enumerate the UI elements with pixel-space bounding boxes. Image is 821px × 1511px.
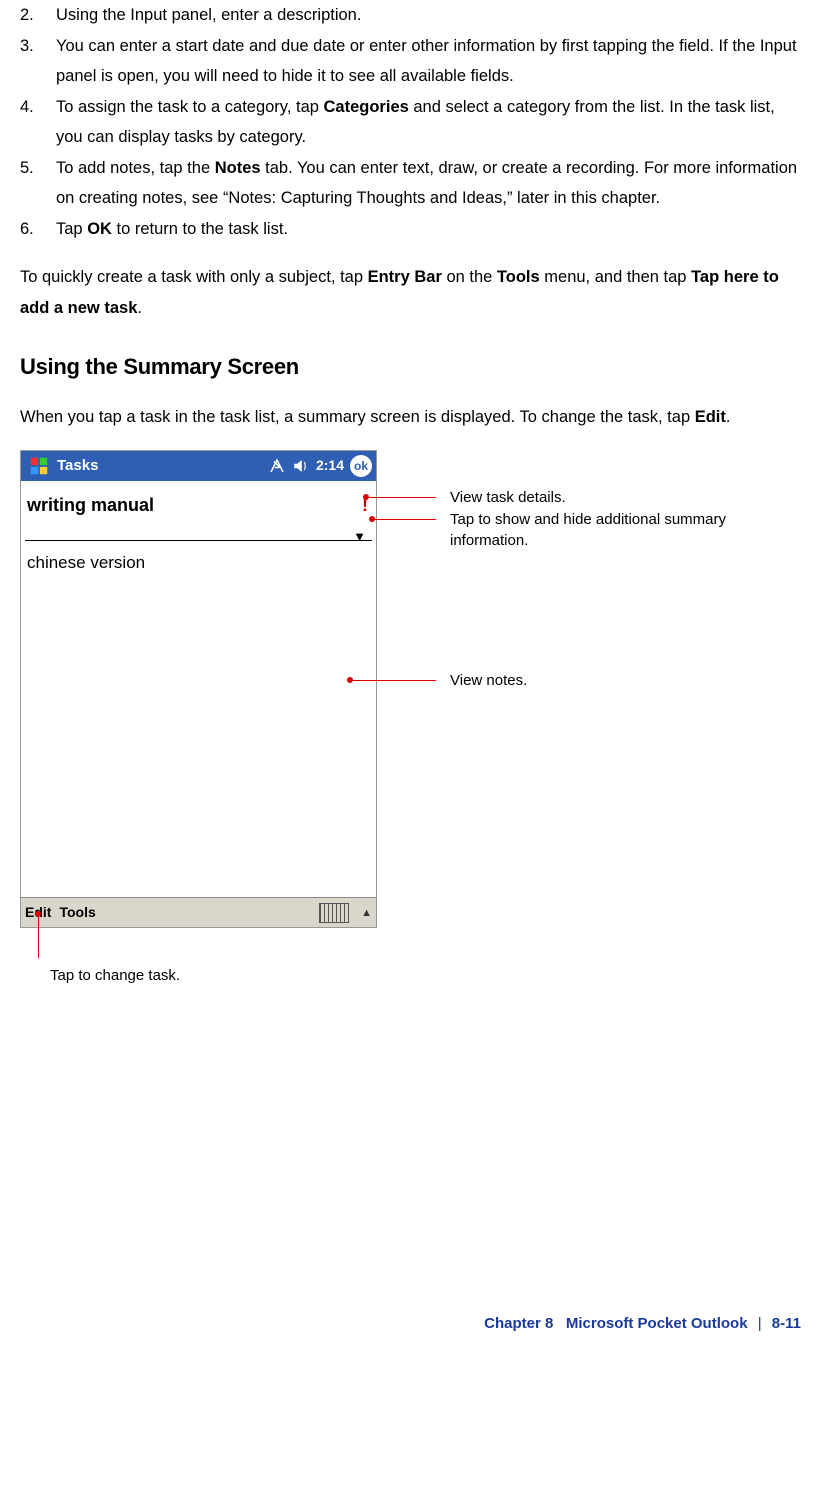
start-flag-icon[interactable] bbox=[25, 452, 53, 480]
app-title: Tasks bbox=[57, 452, 98, 480]
pocketpc-screenshot: Tasks 2:14 ok writing manual ! ▼ chinese… bbox=[20, 450, 377, 928]
step-3: 3. You can enter a start date and due da… bbox=[20, 31, 801, 92]
step-4: 4. To assign the task to a category, tap… bbox=[20, 92, 801, 153]
section-heading: Using the Summary Screen bbox=[20, 347, 801, 388]
footer-title: Microsoft Pocket Outlook bbox=[566, 1315, 748, 1332]
ok-button[interactable]: ok bbox=[350, 455, 372, 477]
callout-view-notes: View notes. bbox=[450, 671, 527, 691]
callout-line bbox=[350, 680, 436, 681]
callout-show-hide: Tap to show and hide additional summary … bbox=[450, 510, 780, 551]
page-footer: Chapter 8 Microsoft Pocket Outlook | 8-1… bbox=[20, 1310, 801, 1348]
footer-chapter: Chapter 8 bbox=[484, 1315, 553, 1332]
quick-create-paragraph: To quickly create a task with only a sub… bbox=[20, 262, 801, 323]
step-number: 3. bbox=[20, 31, 56, 92]
footer-page: 8-11 bbox=[772, 1315, 801, 1332]
footer-separator: | bbox=[758, 1315, 762, 1332]
expand-collapse-icon[interactable]: ▼ bbox=[353, 532, 366, 542]
callout-line bbox=[366, 497, 436, 498]
step-number: 5. bbox=[20, 153, 56, 214]
step-6: 6. Tap OK to return to the task list. bbox=[20, 214, 801, 245]
connectivity-icon[interactable] bbox=[268, 457, 286, 475]
sip-keyboard-icon[interactable] bbox=[319, 903, 349, 923]
step-2: 2. Using the Input panel, enter a descri… bbox=[20, 0, 801, 31]
task-summary-area: writing manual ! ▼ chinese version bbox=[21, 481, 376, 897]
numbered-steps: 2. Using the Input panel, enter a descri… bbox=[20, 0, 801, 244]
menu-tools[interactable]: Tools bbox=[59, 900, 95, 926]
step-text: Tap OK to return to the task list. bbox=[56, 214, 801, 245]
annotated-figure: Tasks 2:14 ok writing manual ! ▼ chinese… bbox=[20, 450, 800, 1010]
step-number: 6. bbox=[20, 214, 56, 245]
callout-line bbox=[372, 519, 436, 520]
callout-line bbox=[38, 914, 39, 958]
step-5: 5. To add notes, tap the Notes tab. You … bbox=[20, 153, 801, 214]
section-paragraph: When you tap a task in the task list, a … bbox=[20, 402, 801, 433]
step-number: 2. bbox=[20, 0, 56, 31]
clock[interactable]: 2:14 bbox=[316, 453, 344, 479]
expand-row: ▼ bbox=[25, 527, 372, 541]
bottom-menu-bar: Edit Tools ▲ bbox=[21, 897, 376, 927]
step-text: To assign the task to a category, tap Ca… bbox=[56, 92, 801, 153]
step-text: Using the Input panel, enter a descripti… bbox=[56, 0, 801, 31]
callout-change-task: Tap to change task. bbox=[50, 966, 180, 986]
step-number: 4. bbox=[20, 92, 56, 153]
volume-icon[interactable] bbox=[292, 457, 310, 475]
step-text: You can enter a start date and due date … bbox=[56, 31, 801, 92]
sip-up-arrow-icon[interactable]: ▲ bbox=[361, 903, 372, 923]
callout-view-details: View task details. bbox=[450, 488, 566, 508]
task-title-row: writing manual ! bbox=[21, 481, 376, 526]
task-title: writing manual bbox=[27, 489, 154, 522]
step-text: To add notes, tap the Notes tab. You can… bbox=[56, 153, 801, 214]
notes-body[interactable]: chinese version bbox=[21, 541, 376, 584]
title-bar[interactable]: Tasks 2:14 ok bbox=[21, 451, 376, 481]
